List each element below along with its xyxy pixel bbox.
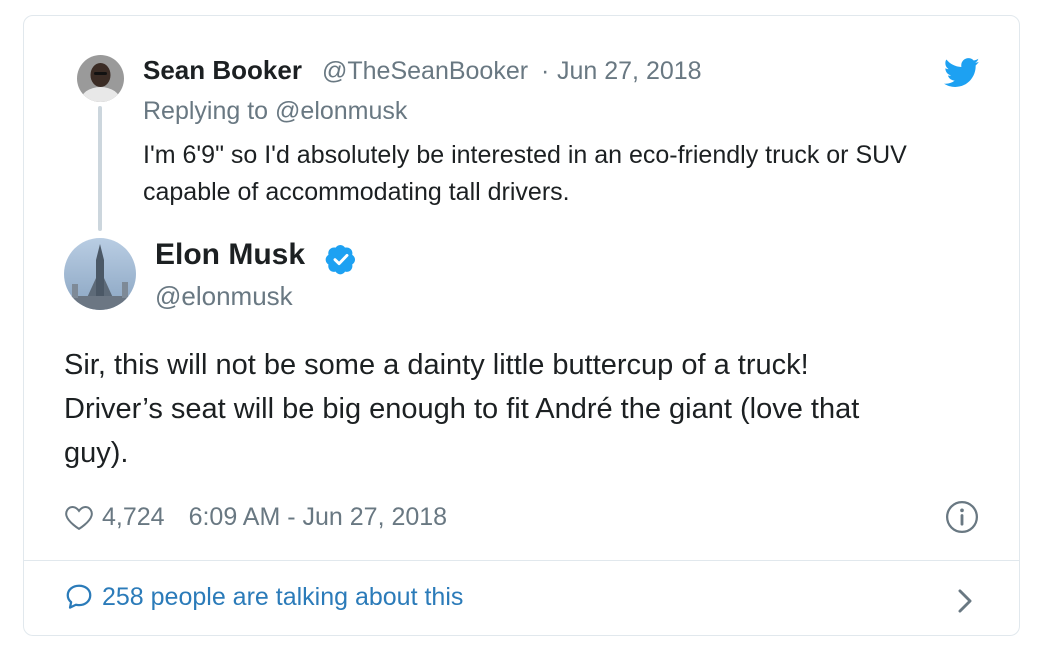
- speech-bubble-icon: [64, 582, 94, 612]
- tweet-text: Sir, this will not be some a dainty litt…: [64, 343, 964, 475]
- replying-to-mention[interactable]: @elonmusk: [275, 97, 407, 125]
- main-avatar[interactable]: [64, 238, 136, 310]
- reply-author-handle[interactable]: @TheSeanBooker: [322, 57, 528, 86]
- info-icon[interactable]: [945, 500, 979, 539]
- reply-author-name[interactable]: Sean Booker: [143, 55, 302, 86]
- tweet-text-line-3: guy).: [64, 437, 129, 469]
- reply-text: I'm 6'9" so I'd absolutely be interested…: [143, 141, 907, 206]
- thread-line: [98, 106, 102, 231]
- replying-to-line: Replying to @elonmusk: [143, 97, 407, 126]
- verified-badge-icon: [325, 243, 357, 280]
- twitter-bird-icon[interactable]: [944, 58, 980, 93]
- like-count[interactable]: 4,724: [102, 503, 165, 532]
- replying-to-label: Replying to: [143, 97, 269, 125]
- tweet-timestamp[interactable]: 6:09 AM - Jun 27, 2018: [189, 503, 448, 532]
- talking-about-text[interactable]: 258 people are talking about this: [102, 583, 463, 612]
- chevron-right-icon[interactable]: [955, 588, 975, 619]
- reply-separator: ·: [541, 57, 550, 85]
- tweet-text-line-2: Driver’s seat will be big enough to fit …: [64, 393, 860, 425]
- heart-icon[interactable]: [64, 503, 94, 531]
- main-author-name[interactable]: Elon Musk: [155, 238, 305, 272]
- main-author-handle[interactable]: @elonmusk: [155, 281, 293, 312]
- tweet-text-line-1: Sir, this will not be some a dainty litt…: [64, 349, 809, 381]
- footer-divider: [24, 560, 1019, 561]
- reply-date[interactable]: Jun 27, 2018: [557, 57, 702, 86]
- reply-avatar[interactable]: [77, 55, 124, 102]
- tweet-meta-row: 4,724 6:09 AM - Jun 27, 2018: [64, 500, 447, 534]
- talking-about-link[interactable]: 258 people are talking about this: [64, 582, 463, 612]
